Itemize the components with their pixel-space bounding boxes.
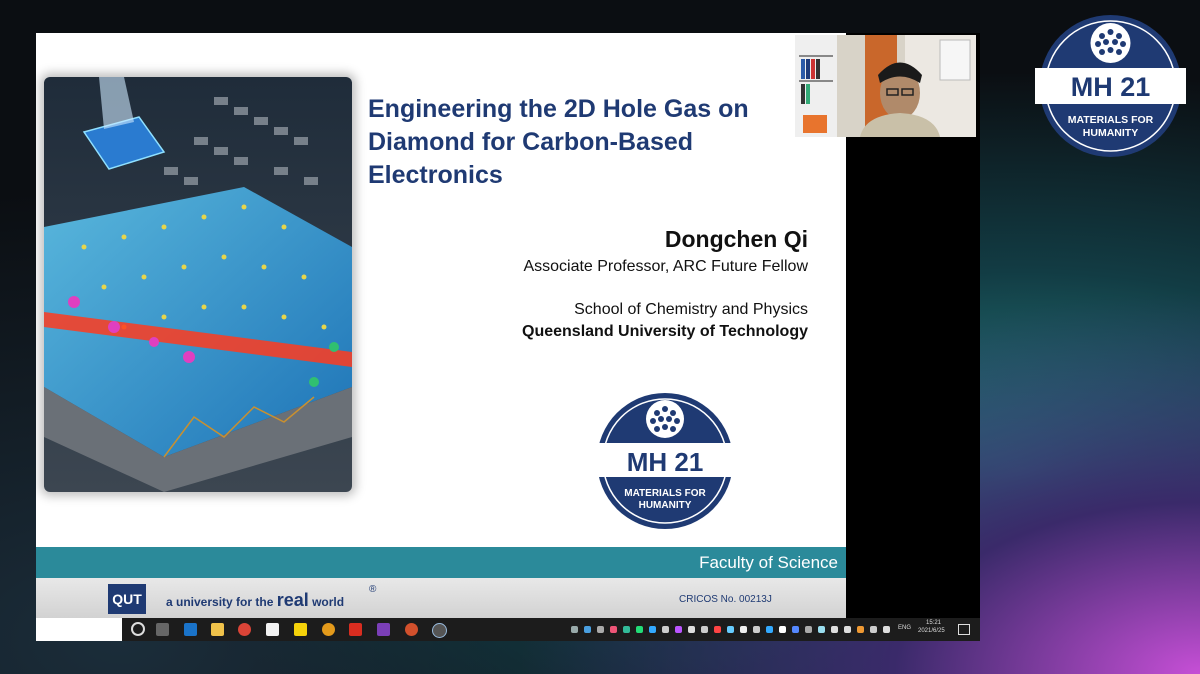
notification-icon[interactable] xyxy=(958,624,970,635)
tagline-small: a university for the xyxy=(166,595,274,609)
footer-bar: QUT a university for the real world ® CR… xyxy=(36,578,846,618)
cortana-icon[interactable] xyxy=(131,622,145,636)
onenote-icon[interactable] xyxy=(377,623,390,636)
tagline-big: real xyxy=(276,590,309,610)
tray-icon-3[interactable] xyxy=(597,626,604,633)
tray-icon-24[interactable] xyxy=(870,626,877,633)
tray-icon-19[interactable] xyxy=(805,626,812,633)
tray-icon-16[interactable] xyxy=(766,626,773,633)
sticky-notes-icon[interactable] xyxy=(294,623,307,636)
windows-taskbar: ENG 15:21 2021/6/25 xyxy=(36,618,980,641)
mh21-slide-logo-sub1: MATERIALS FOR xyxy=(624,488,706,499)
tray-icon-6[interactable] xyxy=(636,626,643,633)
tray-icon-12[interactable] xyxy=(714,626,721,633)
mh21-slide-logo: MH 21 MATERIALS FOR HUMANITY xyxy=(593,391,737,531)
acrobat-icon[interactable] xyxy=(349,623,362,636)
mh21-corner-logo-text: MH 21 xyxy=(1071,72,1151,102)
school-name: School of Chemistry and Physics xyxy=(574,301,808,318)
taskbar-search-input[interactable] xyxy=(36,618,122,641)
tray-icon-11[interactable] xyxy=(701,626,708,633)
tray-icon-8[interactable] xyxy=(662,626,669,633)
speaker-webcam xyxy=(795,35,976,137)
clock-time[interactable]: 15:21 xyxy=(926,620,941,626)
network-icon[interactable] xyxy=(844,626,851,633)
slide-title: Engineering the 2D Hole Gas on Diamond f… xyxy=(368,95,749,189)
tray-icon-23[interactable] xyxy=(857,626,864,633)
tray-icon-25[interactable] xyxy=(883,626,890,633)
tray-icon-5[interactable] xyxy=(623,626,630,633)
tray-icon-10[interactable] xyxy=(688,626,695,633)
mh21-corner-logo-sub1: MATERIALS FOR xyxy=(1068,114,1154,126)
cricos-number: CRICOS No. 00213J xyxy=(679,594,772,605)
zoom-icon[interactable] xyxy=(432,623,447,638)
input-language[interactable]: ENG xyxy=(898,625,911,631)
chrome-icon[interactable] xyxy=(238,623,251,636)
tray-icon-15[interactable] xyxy=(753,626,760,633)
registered-mark: ® xyxy=(369,584,377,595)
tray-icon-9[interactable] xyxy=(675,626,682,633)
task-view-icon[interactable] xyxy=(156,623,169,636)
powerpoint-icon[interactable] xyxy=(405,623,418,636)
tray-icon-7[interactable] xyxy=(649,626,656,633)
clock-date[interactable]: 2021/6/25 xyxy=(918,628,945,634)
university-name: Queensland University of Technology xyxy=(522,323,808,340)
mh21-corner-logo: MH 21 MATERIALS FOR HUMANITY xyxy=(1035,13,1186,159)
volume-icon[interactable] xyxy=(831,626,838,633)
tray-icon-18[interactable] xyxy=(792,626,799,633)
search-icon[interactable] xyxy=(322,623,335,636)
tray-icon-13[interactable] xyxy=(727,626,734,633)
diamond-illustration xyxy=(44,77,352,492)
outlook-icon[interactable] xyxy=(184,623,197,636)
tray-icon-17[interactable] xyxy=(779,626,786,633)
faculty-bar: Faculty of Science xyxy=(36,547,846,578)
qut-tagline: a university for the real world xyxy=(166,590,344,611)
faculty-label: Faculty of Science xyxy=(699,553,838,572)
mh21-slide-logo-sub2: HUMANITY xyxy=(639,500,692,511)
tray-icon-2[interactable] xyxy=(584,626,591,633)
tagline-end: world xyxy=(312,595,345,609)
tray-icon-1[interactable] xyxy=(571,626,578,633)
tray-icon-20[interactable] xyxy=(818,626,825,633)
file-icon[interactable] xyxy=(266,623,279,636)
mh21-corner-logo-sub2: HUMANITY xyxy=(1083,127,1138,139)
presenter-name: Dongchen Qi xyxy=(664,226,808,252)
tray-icon-14[interactable] xyxy=(740,626,747,633)
tray-icon-4[interactable] xyxy=(610,626,617,633)
mh21-slide-logo-text: MH 21 xyxy=(627,447,704,477)
qut-logo: QUT xyxy=(108,584,146,614)
presenter-role: Associate Professor, ARC Future Fellow xyxy=(523,258,808,275)
presentation-slide: Engineering the 2D Hole Gas on Diamond f… xyxy=(36,33,846,618)
file-explorer-icon[interactable] xyxy=(211,623,224,636)
